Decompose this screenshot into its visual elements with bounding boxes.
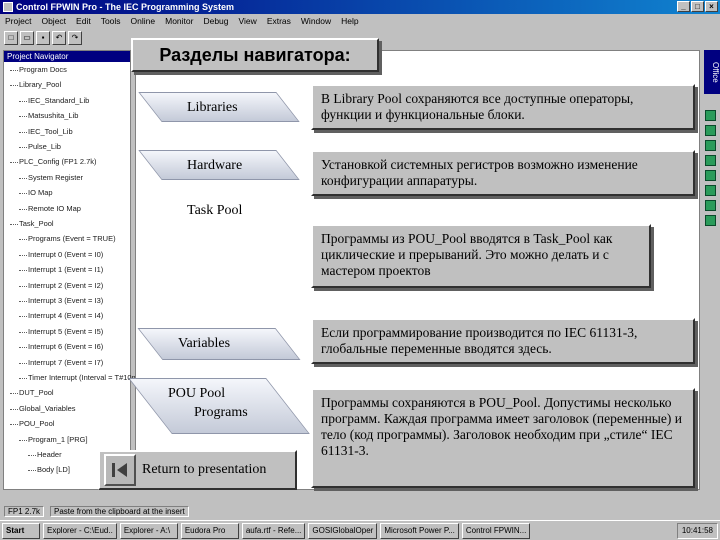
taskbar-item[interactable]: aufa.rtf - Refe... bbox=[241, 522, 306, 539]
tree-item[interactable]: Interrupt 7 (Event = I7) bbox=[18, 358, 103, 368]
window-title: Control FPWIN Pro - The IEC Programming … bbox=[16, 2, 235, 12]
office-tool-icon[interactable] bbox=[704, 110, 716, 121]
pou-pool-label: POU Pool bbox=[168, 386, 226, 401]
undo-icon[interactable]: ↶ bbox=[52, 31, 66, 45]
taskbar-item[interactable]: Explorer - C:\Eud.. bbox=[43, 522, 117, 539]
back-arrow-icon bbox=[104, 454, 136, 486]
menu-help[interactable]: Help bbox=[340, 16, 359, 26]
menu-view[interactable]: View bbox=[238, 16, 258, 26]
window-titlebar: Control FPWIN Pro - The IEC Programming … bbox=[0, 0, 720, 14]
menu-extras[interactable]: Extras bbox=[266, 16, 292, 26]
hardware-label: Hardware bbox=[187, 158, 243, 173]
menu-object[interactable]: Object bbox=[40, 16, 67, 26]
tree-item[interactable]: Interrupt 6 (Event = I6) bbox=[18, 342, 103, 352]
project-navigator-panel: Project Navigator Program Docs Library_Po… bbox=[3, 50, 144, 490]
tree-item[interactable]: PLC_Config (FP1 2.7k) bbox=[10, 157, 97, 167]
menu-online[interactable]: Online bbox=[130, 16, 157, 26]
menu-edit[interactable]: Edit bbox=[75, 16, 92, 26]
tree-item[interactable]: Body [LD] bbox=[28, 465, 70, 475]
minimize-button[interactable]: _ bbox=[677, 1, 690, 12]
taskbar-item[interactable]: GOSIGlobalOper bbox=[308, 522, 378, 539]
status-plc-type: FP1 2.7k bbox=[4, 505, 45, 517]
office-tool-icon[interactable] bbox=[704, 155, 716, 166]
taskbar-item[interactable]: Eudora Pro bbox=[180, 522, 239, 539]
save-icon[interactable]: ▪ bbox=[36, 31, 50, 45]
office-toolbar bbox=[702, 50, 718, 490]
tree-item[interactable]: POU_Pool bbox=[9, 419, 54, 429]
tree-item[interactable]: Matsushita_Lib bbox=[18, 111, 78, 121]
tree-item[interactable]: Interrupt 0 (Event = I0) bbox=[18, 250, 103, 260]
tree-item[interactable]: Program_1 [PRG] bbox=[19, 435, 88, 445]
tree-item[interactable]: IEC_Standard_Lib bbox=[18, 96, 89, 106]
tree-item[interactable]: Library_Pool bbox=[9, 80, 61, 90]
libraries-description: В Library Pool сохраняются все доступные… bbox=[311, 84, 695, 130]
menu-bar: Project Object Edit Tools Online Monitor… bbox=[0, 14, 720, 27]
tree-item[interactable]: Task_Pool bbox=[10, 219, 54, 229]
status-message: Paste from the clipboard at the insert bbox=[50, 505, 189, 517]
section-header: Разделы навигатора: bbox=[131, 38, 379, 72]
menu-tools[interactable]: Tools bbox=[100, 16, 122, 26]
menu-debug[interactable]: Debug bbox=[202, 16, 229, 26]
new-file-icon[interactable]: □ bbox=[4, 31, 18, 45]
open-folder-icon[interactable]: ▭ bbox=[20, 31, 34, 45]
menu-project[interactable]: Project bbox=[4, 16, 32, 26]
office-tool-icon[interactable] bbox=[704, 215, 716, 226]
tree-item[interactable]: IO Map bbox=[19, 188, 53, 198]
tree-item[interactable]: Header bbox=[28, 450, 62, 460]
app-icon bbox=[3, 2, 13, 12]
tree-item[interactable]: Pulse_Lib bbox=[19, 142, 61, 152]
status-bar: FP1 2.7k Paste from the clipboard at the… bbox=[0, 504, 720, 518]
task-pool-label: Task Pool bbox=[187, 203, 243, 218]
pou-pool-description: Программы сохраняются в POU_Pool. Допуст… bbox=[311, 388, 695, 488]
office-tool-icon[interactable] bbox=[704, 200, 716, 211]
tree-item[interactable]: Global_Variables bbox=[10, 404, 76, 414]
taskbar: Start Explorer - C:\Eud.. Explorer - A:\… bbox=[0, 520, 720, 540]
taskbar-item[interactable]: Control FPWIN... bbox=[461, 522, 531, 539]
tree-item[interactable]: DUT_Pool bbox=[10, 388, 54, 398]
redo-icon[interactable]: ↷ bbox=[68, 31, 82, 45]
menu-monitor[interactable]: Monitor bbox=[164, 16, 194, 26]
tree-item[interactable]: System Register bbox=[18, 173, 83, 183]
close-button[interactable]: × bbox=[705, 1, 718, 12]
office-tool-icon[interactable] bbox=[704, 170, 716, 181]
tree-item[interactable]: Program Docs bbox=[10, 65, 67, 75]
tree-item[interactable]: Interrupt 5 (Event = I5) bbox=[18, 327, 103, 337]
tree-item[interactable]: Interrupt 3 (Event = I3) bbox=[18, 296, 103, 306]
tree-item[interactable]: Interrupt 1 (Event = I1) bbox=[18, 265, 103, 275]
menu-window[interactable]: Window bbox=[300, 16, 332, 26]
return-to-presentation-button[interactable]: Return to presentation bbox=[98, 450, 297, 490]
tree-item[interactable]: Timer Interrupt (Interval = T#10ms) bbox=[18, 373, 144, 383]
hardware-description: Установкой системных регистров возможно … bbox=[311, 150, 695, 196]
office-tool-icon[interactable] bbox=[704, 125, 716, 136]
tree-item[interactable]: Programs (Event = TRUE) bbox=[19, 234, 116, 244]
variables-description: Если программирование производится по IE… bbox=[311, 318, 695, 364]
pou-programs-label: Programs bbox=[194, 405, 248, 420]
project-navigator-title: Project Navigator bbox=[4, 51, 130, 62]
tree-item[interactable]: Interrupt 4 (Event = I4) bbox=[18, 311, 103, 321]
office-tool-icon[interactable] bbox=[704, 185, 716, 196]
office-label: Office bbox=[704, 50, 720, 94]
taskbar-item[interactable]: Explorer - A:\ bbox=[119, 522, 178, 539]
taskbar-clock: 10:41:58 bbox=[676, 522, 718, 539]
taskbar-item[interactable]: Microsoft Power P... bbox=[380, 522, 459, 539]
libraries-label: Libraries bbox=[187, 100, 238, 115]
task-pool-description: Программы из POU_Pool вводятся в Task_Po… bbox=[311, 224, 651, 288]
tree-item[interactable]: Remote IO Map bbox=[19, 204, 81, 214]
maximize-button[interactable]: □ bbox=[691, 1, 704, 12]
tree-item[interactable]: IEC_Tool_Lib bbox=[19, 127, 73, 137]
variables-label: Variables bbox=[178, 336, 231, 351]
return-button-label: Return to presentation bbox=[142, 462, 267, 477]
start-button[interactable]: Start bbox=[2, 522, 40, 539]
office-tool-icon[interactable] bbox=[704, 140, 716, 151]
tree-item[interactable]: Interrupt 2 (Event = I2) bbox=[18, 281, 103, 291]
